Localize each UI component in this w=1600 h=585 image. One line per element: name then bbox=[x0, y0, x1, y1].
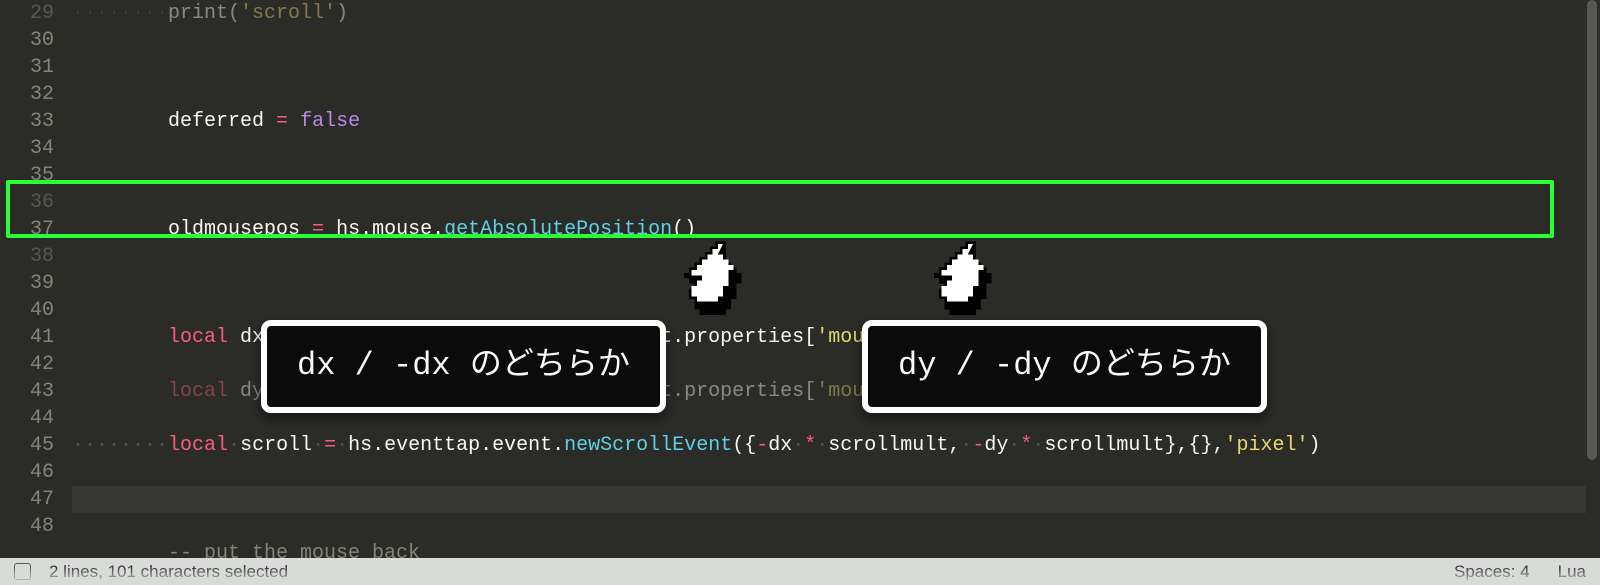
code-token: · bbox=[312, 434, 324, 457]
code-token: dy bbox=[984, 434, 1008, 457]
code-token: scroll bbox=[240, 434, 312, 457]
code-token: · bbox=[336, 434, 348, 457]
code-token: scrollmult},{}, bbox=[1044, 434, 1224, 457]
code-token: dx bbox=[768, 434, 792, 457]
callout-dy: dy / -dy のどちらか bbox=[862, 320, 1267, 413]
line-number: 44 bbox=[0, 405, 72, 432]
code-token: hs.eventtap.event. bbox=[348, 434, 564, 457]
code-token bbox=[72, 326, 168, 349]
callout-dx-text: dx / -dx のどちらか bbox=[297, 347, 630, 384]
code-line[interactable]: ········print('scroll') bbox=[72, 0, 1586, 27]
code-token bbox=[72, 380, 168, 403]
code-line[interactable] bbox=[72, 270, 1586, 297]
code-token: · bbox=[792, 434, 804, 457]
code-token: = bbox=[324, 434, 336, 457]
code-token: getAbsolutePosition bbox=[444, 218, 672, 241]
code-token: ( bbox=[228, 2, 240, 25]
line-number: 36 bbox=[0, 189, 72, 216]
code-token: 'pixel' bbox=[1224, 434, 1308, 457]
code-token: [ bbox=[804, 326, 816, 349]
line-number: 32 bbox=[0, 81, 72, 108]
line-number: 40 bbox=[0, 297, 72, 324]
indent-status[interactable]: Spaces: 4 bbox=[1454, 562, 1530, 582]
code-token: · bbox=[816, 434, 828, 457]
code-area[interactable]: ········print('scroll') deferred = false… bbox=[72, 0, 1586, 558]
line-number: 39 bbox=[0, 270, 72, 297]
code-token: * bbox=[804, 434, 816, 457]
code-line[interactable]: ········local·scroll·=·hs.eventtap.event… bbox=[72, 432, 1586, 459]
unsaved-indicator-icon[interactable] bbox=[14, 563, 31, 580]
code-token: [ bbox=[804, 380, 816, 403]
code-token: ) bbox=[1308, 434, 1320, 457]
code-line[interactable] bbox=[72, 162, 1586, 189]
callout-dx: dx / -dx のどちらか bbox=[261, 320, 666, 413]
selection-background bbox=[72, 486, 1586, 513]
code-token: ···· bbox=[120, 434, 168, 457]
code-token: 'scroll' bbox=[240, 2, 336, 25]
code-token: oldmousepos bbox=[168, 218, 312, 241]
line-number: 48 bbox=[0, 513, 72, 540]
code-token: · bbox=[960, 434, 972, 457]
code-token: () bbox=[672, 218, 696, 241]
line-number: 34 bbox=[0, 135, 72, 162]
line-number: 45 bbox=[0, 432, 72, 459]
code-token: - bbox=[972, 434, 984, 457]
language-status[interactable]: Lua bbox=[1558, 562, 1586, 582]
scrollbar-thumb[interactable] bbox=[1587, 0, 1597, 460]
status-bar: 2 lines, 101 characters selected Spaces:… bbox=[0, 558, 1600, 585]
line-number: 31 bbox=[0, 54, 72, 81]
code-token bbox=[288, 110, 300, 133]
code-token: ········ bbox=[72, 2, 168, 25]
code-token: · bbox=[1032, 434, 1044, 457]
code-token: local bbox=[168, 380, 228, 403]
code-token: - bbox=[756, 434, 768, 457]
line-number: 30 bbox=[0, 27, 72, 54]
line-number: 37 bbox=[0, 216, 72, 243]
code-token: print bbox=[168, 2, 228, 25]
code-token: · bbox=[1008, 434, 1020, 457]
code-token: hs.mouse. bbox=[324, 218, 444, 241]
code-token: · bbox=[228, 434, 240, 457]
code-line[interactable] bbox=[72, 54, 1586, 81]
code-token: ({ bbox=[732, 434, 756, 457]
line-number: 29 bbox=[0, 0, 72, 27]
code-token: = bbox=[276, 110, 288, 133]
code-token: local bbox=[168, 434, 228, 457]
code-token bbox=[72, 218, 168, 241]
code-token: scrollmult, bbox=[828, 434, 960, 457]
line-number: 43 bbox=[0, 378, 72, 405]
line-number: 46 bbox=[0, 459, 72, 486]
line-number: 47 bbox=[0, 486, 72, 513]
code-token: false bbox=[300, 110, 360, 133]
code-line[interactable]: oldmousepos = hs.mouse.getAbsolutePositi… bbox=[72, 216, 1586, 243]
code-token bbox=[72, 110, 168, 133]
code-token: newScrollEvent bbox=[564, 434, 732, 457]
code-line[interactable] bbox=[72, 486, 1586, 513]
line-number: 41 bbox=[0, 324, 72, 351]
selection-status: 2 lines, 101 characters selected bbox=[49, 562, 288, 582]
code-line[interactable]: deferred = false bbox=[72, 108, 1586, 135]
code-token: ···· bbox=[72, 434, 120, 457]
line-number: 42 bbox=[0, 351, 72, 378]
code-token: * bbox=[1020, 434, 1032, 457]
code-editor[interactable]: 2930313233343536373839404142434445464748… bbox=[0, 0, 1600, 558]
line-number: 38 bbox=[0, 243, 72, 270]
line-number: 35 bbox=[0, 162, 72, 189]
code-token: ) bbox=[336, 2, 348, 25]
line-number: 33 bbox=[0, 108, 72, 135]
code-token: local bbox=[168, 326, 228, 349]
callout-dy-text: dy / -dy のどちらか bbox=[898, 347, 1231, 384]
line-number-gutter[interactable]: 2930313233343536373839404142434445464748 bbox=[0, 0, 72, 558]
code-token: deferred bbox=[168, 110, 276, 133]
vertical-scrollbar[interactable] bbox=[1587, 0, 1597, 558]
code-token: = bbox=[312, 218, 324, 241]
